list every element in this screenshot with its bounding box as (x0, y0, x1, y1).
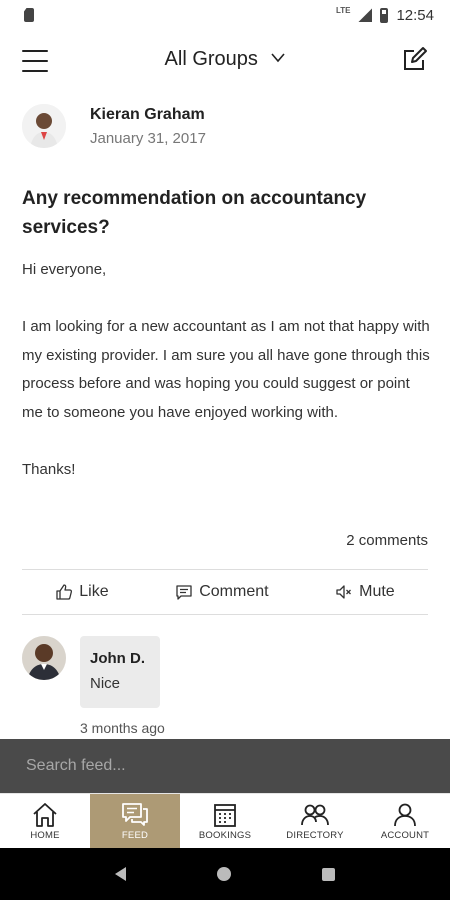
comment-time: 3 months ago (80, 720, 165, 736)
nav-home-label: HOME (30, 829, 60, 841)
avatar[interactable] (22, 636, 66, 680)
divider (22, 614, 428, 615)
nav-account[interactable]: ACCOUNT (360, 794, 450, 848)
post-greeting: Hi everyone, (22, 261, 107, 278)
nav-account-label: ACCOUNT (380, 829, 430, 841)
compose-icon[interactable] (400, 46, 428, 74)
nav-directory[interactable]: DIRECTORY (270, 794, 360, 848)
battery-icon (380, 7, 389, 23)
nav-bookings[interactable]: BOOKINGS (180, 794, 270, 848)
comment-text: Nice (90, 675, 121, 692)
comment: John D. Nice 3 months ago (22, 636, 165, 736)
system-nav-bar (0, 848, 450, 900)
post-date: January 31, 2017 (90, 129, 206, 147)
calendar-icon (214, 803, 236, 827)
nav-feed-label: FEED (121, 829, 149, 841)
signal-icon (358, 8, 373, 22)
post-paragraph: I am looking for a new accountant as I a… (22, 318, 430, 421)
like-button[interactable]: Like (55, 583, 109, 601)
page-title: All Groups (164, 48, 258, 70)
sim-card-icon (24, 8, 34, 22)
thumbs-up-icon (56, 584, 73, 600)
post-signoff: Thanks! (22, 460, 76, 478)
search-bar (0, 739, 450, 793)
comment-icon (176, 585, 192, 600)
mute-icon (336, 585, 352, 599)
group-selector[interactable]: All Groups (0, 48, 450, 71)
feed-icon (122, 802, 148, 826)
like-label: Like (79, 583, 109, 600)
search-input[interactable] (26, 757, 406, 775)
recents-icon[interactable] (321, 867, 335, 881)
comment-author-name[interactable]: John D. (90, 650, 150, 667)
mute-label: Mute (359, 583, 395, 600)
post-author-name[interactable]: Kieran Graham (90, 106, 206, 124)
nav-home[interactable]: HOME (0, 794, 90, 848)
comment-bubble: John D. Nice (80, 636, 160, 708)
status-bar: LTE 12:54 (0, 0, 450, 30)
post-title: Any recommendation on accountancy servic… (22, 188, 367, 238)
nav-directory-label: DIRECTORY (286, 829, 344, 841)
lte-icon: LTE (335, 5, 351, 15)
user-icon (394, 803, 416, 826)
avatar[interactable] (22, 104, 66, 148)
post-body: Hi everyone, I am looking for a new acco… (22, 256, 432, 484)
bottom-nav: HOME FEED BOOKINGS DIRECTORY ACCOUNT (0, 793, 450, 848)
mute-button[interactable]: Mute (335, 583, 395, 601)
post-author-row[interactable]: Kieran Graham January 31, 2017 (22, 104, 206, 148)
comment-label: Comment (199, 583, 269, 600)
people-icon (301, 804, 329, 825)
home-circle-icon[interactable] (216, 867, 231, 881)
post-actions: Like Comment Mute (22, 569, 428, 615)
chevron-down-icon (271, 53, 286, 63)
comments-count[interactable]: 2 comments (346, 532, 428, 549)
home-icon (33, 802, 57, 827)
app-bar: All Groups (0, 30, 450, 92)
back-icon[interactable] (115, 867, 127, 881)
nav-feed[interactable]: FEED (90, 794, 180, 848)
status-time: 12:54 (396, 6, 434, 24)
nav-bookings-label: BOOKINGS (198, 829, 252, 841)
comment-button[interactable]: Comment (175, 583, 269, 601)
